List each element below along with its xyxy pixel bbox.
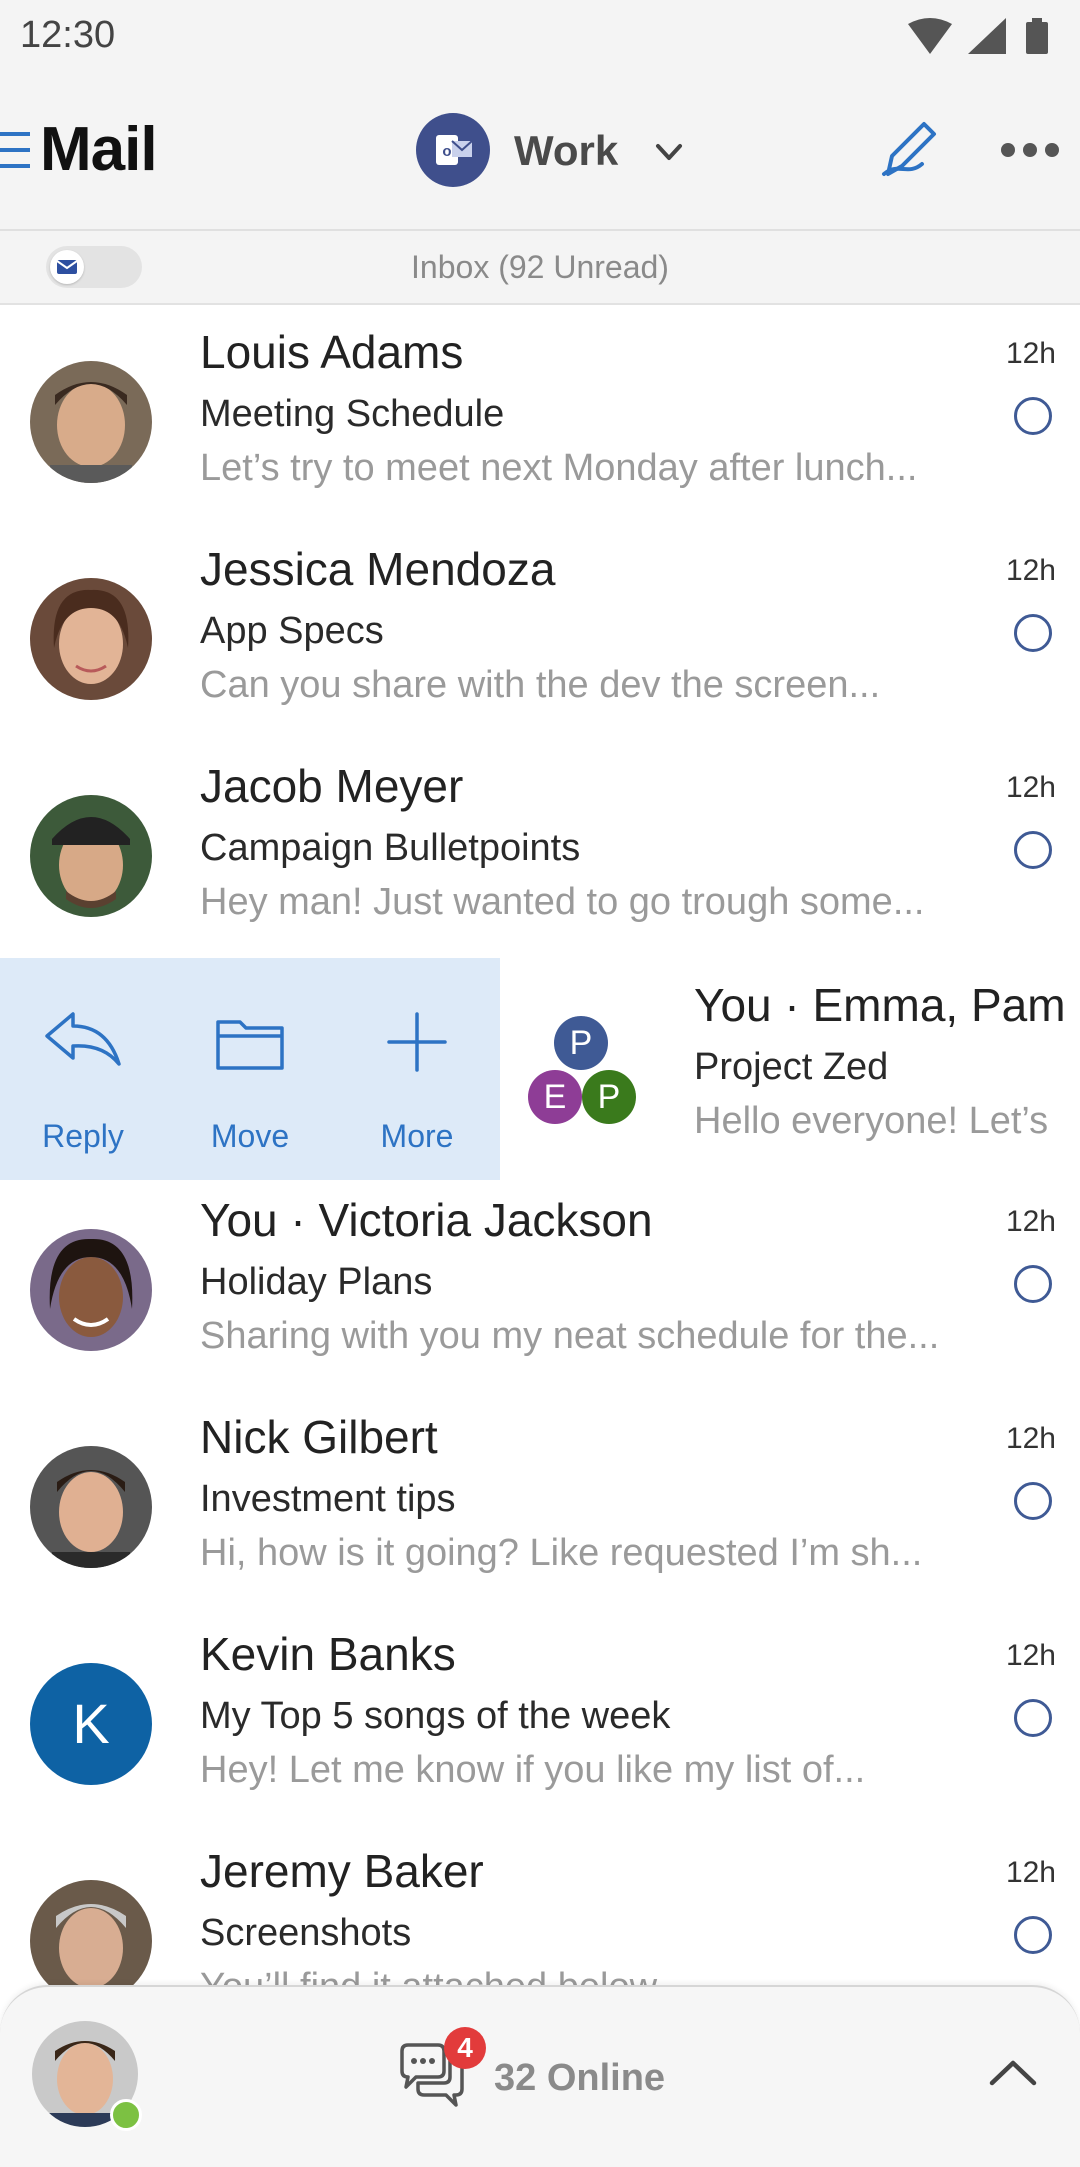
email-sender: Kevin Banks [200,1628,456,1680]
unread-indicator-icon[interactable] [1014,831,1052,869]
swiped-item-content: You · Emma, Pam Project Zed Hello everyo… [694,958,1080,1180]
outlook-logo-icon: o [416,113,490,187]
unread-indicator-icon[interactable] [1014,397,1052,435]
email-time: 12h [1005,554,1056,587]
svg-text:o: o [442,143,451,160]
avatar [30,795,152,917]
status-icons [878,16,1058,56]
more-label: More [380,1118,454,1154]
avatar [30,1446,152,1568]
email-preview: Let’s try to meet next Monday after lunc… [200,447,918,489]
hamburger-icon[interactable] [0,128,30,172]
avatar: K [30,1663,152,1785]
chevron-down-icon[interactable] [652,135,686,169]
email-preview: Hello everyone! Let’s [694,1100,1049,1142]
signal-icon [968,18,1006,54]
email-time: 12h [1005,1422,1056,1455]
list-item[interactable]: Nick Gilbert Investment tips Hi, how is … [0,1390,1080,1606]
email-time: 12h [1005,771,1056,804]
email-preview: Hi, how is it going? Like requested I’m … [200,1532,923,1574]
email-time: 12h [1005,337,1056,370]
inbox-label: Inbox (92 Unread) [411,249,669,285]
email-subject: Holiday Plans [200,1261,433,1303]
folder-icon [210,1006,290,1078]
reply-label: Reply [42,1118,124,1154]
presence-bar[interactable]: 4 32 Online [0,1985,1080,2167]
swiped-list-item[interactable]: Reply Move More P E P You · Emma, Pam Pr… [0,958,1080,1180]
list-item[interactable]: Jessica Mendoza App Specs Can you share … [0,522,1080,738]
move-label: Move [210,1118,290,1154]
more-button[interactable]: More [334,958,500,1180]
status-bar: 12:30 [0,0,1080,72]
account-switcher[interactable]: o Work [416,113,696,189]
wifi-icon [908,18,952,54]
account-name: Work [514,127,619,174]
list-item[interactable]: Louis Adams Meeting Schedule Let’s try t… [0,305,1080,521]
move-button[interactable]: Move [167,958,333,1180]
online-count: 32 Online [494,2057,666,2099]
email-sender: Louis Adams [200,326,464,378]
my-avatar[interactable] [32,2021,142,2131]
status-time: 12:30 [20,14,116,56]
email-sender: Jeremy Baker [200,1845,484,1897]
reply-button[interactable]: Reply [0,958,166,1180]
email-sender: Nick Gilbert [200,1411,438,1463]
list-item[interactable]: K Kevin Banks My Top 5 songs of the week… [0,1607,1080,1823]
email-preview: Sharing with you my neat schedule for th… [200,1315,940,1357]
email-subject: App Specs [200,610,384,652]
unread-indicator-icon[interactable] [1014,614,1052,652]
email-subject: My Top 5 songs of the week [200,1695,671,1737]
member-avatar: P [554,1016,608,1070]
email-subject: Investment tips [200,1478,456,1520]
email-subject: Campaign Bulletpoints [200,827,581,869]
compose-icon[interactable] [878,116,942,180]
member-avatar: E [528,1070,582,1124]
plus-icon [377,1006,457,1078]
unread-indicator-icon[interactable] [1014,1699,1052,1737]
app-header: Mail o Work [0,72,1080,231]
email-subject: Meeting Schedule [200,393,505,435]
notification-badge: 4 [444,2027,486,2069]
list-item[interactable]: You · Victoria Jackson Holiday Plans Sha… [0,1173,1080,1389]
group-avatar: P E P [526,1016,642,1134]
battery-icon [1026,18,1048,54]
email-time: 12h [1005,1639,1056,1672]
member-avatar: P [582,1070,636,1124]
online-status-icon [110,2099,142,2131]
email-sender: Jacob Meyer [200,760,464,812]
email-sender: You · Emma, Pam [694,979,1066,1031]
unread-indicator-icon[interactable] [1014,1916,1052,1954]
chevron-up-icon[interactable] [988,2057,1038,2087]
email-time: 12h [1005,1856,1056,1889]
page-title: Mail [40,115,158,184]
email-time: 12h [1005,1205,1056,1238]
email-subject: Screenshots [200,1912,412,1954]
email-preview: Hey! Let me know if you like my list of.… [200,1749,866,1791]
reply-icon [43,1006,123,1078]
email-preview: Hey man! Just wanted to go trough some..… [200,881,925,923]
email-sender: You · Victoria Jackson [200,1194,653,1246]
unread-indicator-icon[interactable] [1014,1265,1052,1303]
email-subject: Project Zed [694,1046,889,1088]
list-item[interactable]: Jacob Meyer Campaign Bulletpoints Hey ma… [0,739,1080,955]
avatar [30,1880,152,2002]
email-preview: Can you share with the dev the screen... [200,664,881,706]
unread-indicator-icon[interactable] [1014,1482,1052,1520]
avatar [30,578,152,700]
more-options-icon[interactable] [1000,138,1060,162]
avatar [30,361,152,483]
avatar [30,1229,152,1351]
email-sender: Jessica Mendoza [200,543,556,595]
swipe-actions: Reply Move More [0,958,500,1180]
inbox-bar: Inbox (92 Unread) [0,231,1080,305]
